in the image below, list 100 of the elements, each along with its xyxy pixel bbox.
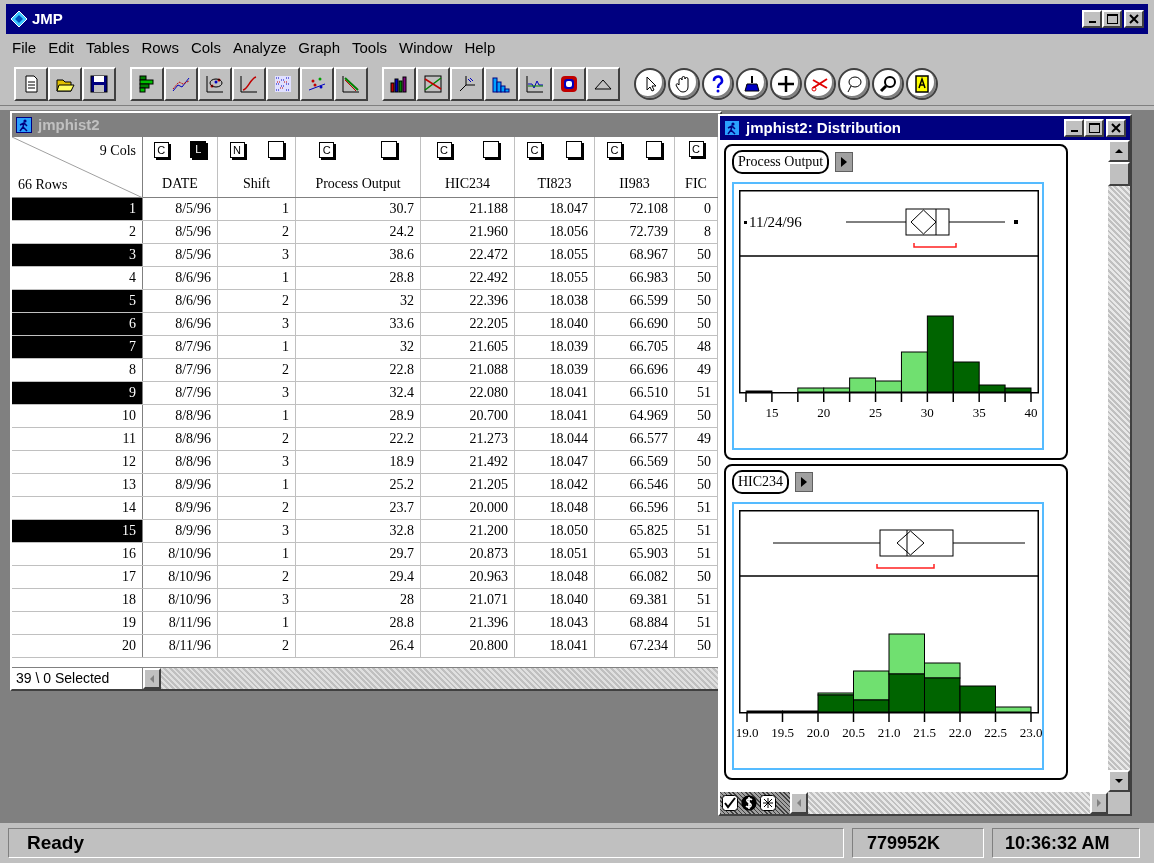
- column-role-box[interactable]: [646, 141, 662, 158]
- row-number[interactable]: 1: [12, 198, 143, 220]
- table-cell: 29.4: [296, 566, 421, 588]
- hand-button[interactable]: [668, 67, 700, 100]
- axes-button[interactable]: [450, 66, 484, 101]
- disclosure-button[interactable]: [835, 152, 854, 172]
- column-header[interactable]: Process Output: [315, 173, 401, 194]
- scroll-left-button[interactable]: [143, 668, 161, 689]
- magnifier-button[interactable]: [872, 67, 904, 100]
- menu-item[interactable]: Graph: [294, 36, 344, 60]
- lasso-button[interactable]: [838, 67, 870, 100]
- asterisk-icon[interactable]: [760, 795, 776, 811]
- matrix-plot-button[interactable]: [266, 66, 300, 101]
- histogram-button[interactable]: [484, 66, 518, 101]
- column-role-box[interactable]: [380, 141, 397, 158]
- column-type-badge[interactable]: C: [607, 141, 622, 158]
- table-cell: 2: [218, 497, 296, 519]
- crosshair-button[interactable]: [770, 67, 802, 100]
- menu-item[interactable]: Help: [460, 36, 500, 60]
- table-cell: 18.055: [515, 267, 595, 289]
- row-number[interactable]: 15: [12, 520, 143, 542]
- column-type-badge[interactable]: N: [229, 141, 245, 158]
- column-role-box[interactable]: [267, 141, 284, 158]
- variable-label[interactable]: HIC234: [732, 470, 790, 494]
- menu-item[interactable]: Window: [395, 36, 457, 60]
- scroll-right-button[interactable]: [1090, 792, 1108, 814]
- annotate-button[interactable]: [906, 67, 938, 100]
- scroll-down-button[interactable]: [1108, 770, 1130, 792]
- table-cell: 18.043: [515, 612, 595, 634]
- column-header[interactable]: Shift: [242, 173, 271, 194]
- row-number[interactable]: 5: [12, 290, 143, 312]
- scroll-left-button[interactable]: [790, 792, 808, 814]
- column-role-box[interactable]: [482, 141, 499, 158]
- column-header[interactable]: TI823: [537, 173, 572, 194]
- column-type-badge[interactable]: C: [527, 141, 542, 158]
- line-chart-button[interactable]: [518, 66, 552, 101]
- table-cell: 18.047: [515, 451, 595, 473]
- open-folder-button[interactable]: [48, 66, 82, 101]
- crossing-lines-button[interactable]: [416, 66, 450, 101]
- vertical-scrollbar[interactable]: [1108, 140, 1130, 792]
- line-plot-button[interactable]: [164, 66, 198, 101]
- brush-button[interactable]: [736, 67, 768, 100]
- bar-chart-button[interactable]: [382, 66, 416, 101]
- menu-item[interactable]: Tools: [348, 36, 392, 60]
- line-fit-button[interactable]: [334, 66, 368, 101]
- disclosure-button[interactable]: [795, 472, 814, 492]
- table-cell: 18.056: [515, 221, 595, 243]
- column-header[interactable]: II983: [619, 173, 650, 194]
- minimize-button[interactable]: [1064, 119, 1084, 137]
- close-button[interactable]: [1106, 119, 1126, 137]
- menu-item[interactable]: Cols: [186, 36, 225, 60]
- menu-item[interactable]: Edit: [44, 36, 79, 60]
- table-cell: 24.2: [296, 221, 421, 243]
- table-cell: 20.873: [421, 543, 515, 565]
- menu-item[interactable]: Rows: [137, 36, 183, 60]
- menu-item[interactable]: Tables: [82, 36, 134, 60]
- menu-item[interactable]: File: [8, 36, 41, 60]
- variable-label[interactable]: Process Output: [732, 150, 830, 174]
- column-header[interactable]: DATE: [162, 173, 198, 194]
- column-type-badge[interactable]: C: [153, 141, 169, 158]
- column-header[interactable]: HIC234: [444, 173, 491, 194]
- table-cell: 23.7: [296, 497, 421, 519]
- new-file-button[interactable]: [14, 66, 48, 101]
- row-number[interactable]: 7: [12, 336, 143, 358]
- close-icon: [1129, 14, 1139, 24]
- clock: 10:36:32 AM: [992, 828, 1140, 858]
- arrow-pointer-button[interactable]: [634, 67, 666, 100]
- row-number[interactable]: 6: [12, 313, 143, 335]
- column-type-badge[interactable]: C: [436, 141, 452, 158]
- table-cell: 8/7/96: [143, 382, 218, 404]
- triangle-icon: [800, 476, 809, 488]
- curve-plot-button[interactable]: [232, 66, 266, 101]
- scissors-button[interactable]: [804, 67, 836, 100]
- maximize-button[interactable]: [1102, 10, 1122, 28]
- table-cell: 25.2: [296, 474, 421, 496]
- column-type-badge[interactable]: C: [688, 141, 704, 157]
- save-button[interactable]: [82, 66, 116, 101]
- maximize-button[interactable]: [1084, 119, 1104, 137]
- column-header[interactable]: FIC: [685, 173, 707, 194]
- horizontal-bars-button[interactable]: [130, 66, 164, 101]
- row-number[interactable]: 9: [12, 382, 143, 404]
- menu-item[interactable]: Analyze: [228, 36, 291, 60]
- scatter-plot-button[interactable]: [198, 66, 232, 101]
- close-button[interactable]: [1124, 10, 1144, 28]
- dollar-icon[interactable]: [741, 795, 757, 811]
- memory-indicator: 779952K: [852, 828, 984, 858]
- column-role-box[interactable]: L: [190, 141, 207, 158]
- checkmark-icon[interactable]: [722, 795, 738, 811]
- scroll-thumb[interactable]: [1108, 162, 1130, 186]
- triangle-button[interactable]: [586, 66, 620, 101]
- row-number[interactable]: 3: [12, 244, 143, 266]
- column-type-badge[interactable]: C: [319, 141, 335, 158]
- minimize-button[interactable]: [1082, 10, 1102, 28]
- column-role-box[interactable]: [566, 141, 582, 158]
- table-cell: 1: [218, 405, 296, 427]
- table-cell: 66.696: [595, 359, 675, 381]
- help-button[interactable]: [702, 67, 734, 100]
- cluster-plot-button[interactable]: [300, 66, 334, 101]
- scroll-up-button[interactable]: [1108, 140, 1130, 162]
- target-button[interactable]: [552, 66, 586, 101]
